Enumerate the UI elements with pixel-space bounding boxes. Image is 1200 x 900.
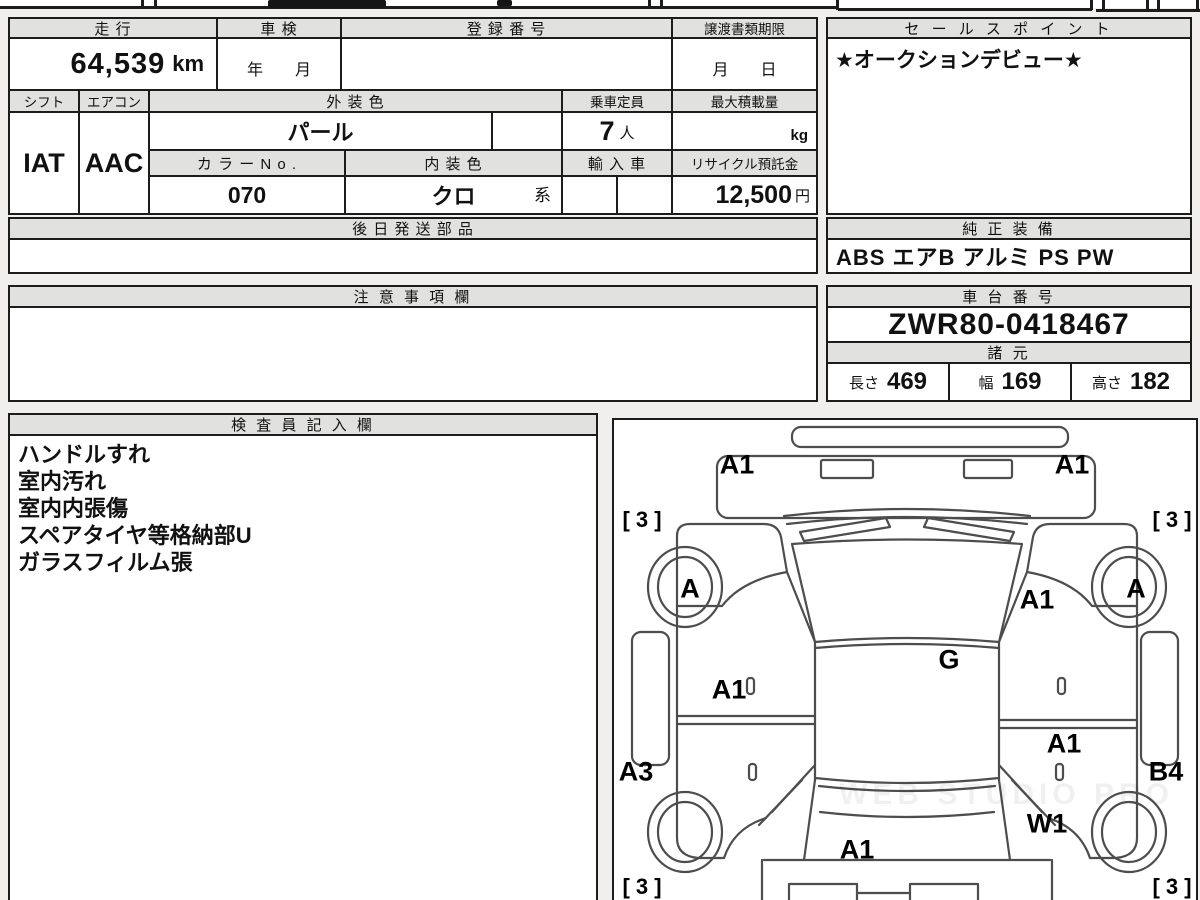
import-car-cell-1 [561, 175, 618, 215]
spec-width-cell: 幅 169 [948, 362, 1072, 402]
inspector-note: ガラスフィルム張 [18, 550, 193, 575]
spec-width-value: 169 [1001, 368, 1042, 395]
capacity-header: 乗車定員 [561, 89, 673, 113]
damage-code-label: A1 [711, 674, 747, 705]
capacity-value-cell: 7 人 [561, 111, 673, 151]
aircon-value-cell: AAC [78, 111, 150, 215]
exterior-color-extra-cell [491, 111, 563, 151]
spec-height-label: 高さ [1091, 374, 1122, 392]
damage-code-label: A1 [1054, 449, 1090, 480]
spec-length-label: 長さ [848, 374, 879, 392]
damage-code-label: [ 3 ] [1152, 874, 1192, 899]
recycle-deposit-unit: 円 [794, 188, 810, 205]
damage-code-label: A [1126, 573, 1146, 604]
mileage-value-cell: 64,539 km [8, 37, 218, 91]
notes-body [8, 306, 818, 402]
aircon-header: エアコン [78, 89, 150, 113]
specs-header: 諸 元 [826, 341, 1192, 364]
damage-code-label: W1 [1026, 808, 1068, 839]
shift-value: IAT [23, 147, 65, 178]
max-load-header: 最大積載量 [671, 89, 818, 113]
exterior-color-value-cell: パール [148, 111, 493, 151]
color-no-header: カ ラ ー N o . [148, 149, 346, 177]
capacity-value: 7 [599, 115, 615, 146]
damage-diagram: WEB STUDIO PRO A1 A1[ 3 ][ 3 ] A A A1 G A1 A3 A1… [612, 418, 1198, 900]
damage-code-label: A [680, 573, 700, 604]
sales-point-header: セ ー ル ス ポ イ ン ト [826, 17, 1192, 39]
later-parts-header: 後 日 発 送 部 品 [8, 217, 818, 240]
inspector-note: 室内汚れ [18, 469, 107, 494]
mileage-value: 64,539 [70, 47, 166, 80]
interior-color-header: 内 装 色 [344, 149, 563, 177]
registration-header: 登 録 番 号 [340, 17, 673, 39]
spec-width-label: 幅 [978, 374, 994, 392]
spec-height-value: 182 [1129, 368, 1171, 395]
shift-header: シフト [8, 89, 80, 113]
inspection-value: 年 月 [246, 62, 311, 79]
damage-code-label: A1 [1019, 584, 1055, 615]
registration-value-cell [340, 37, 673, 91]
import-car-cell-2 [616, 175, 673, 215]
damage-code-label: G [938, 644, 960, 675]
mileage-unit: km [172, 51, 204, 76]
shift-value-cell: IAT [8, 111, 80, 215]
interior-color-value: クロ [431, 184, 476, 209]
damage-code-label: A3 [618, 756, 654, 787]
spec-height-cell: 高さ 182 [1070, 362, 1192, 402]
damage-code-label: B4 [1148, 756, 1184, 787]
max-load-unit: kg [790, 127, 808, 144]
spec-length-cell: 長さ 469 [826, 362, 950, 402]
recycle-deposit-header: リサイクル預託金 [671, 149, 818, 177]
inspection-header: 車 検 [216, 17, 342, 39]
equipment-value: ABS エアB アルミ PS PW [836, 245, 1115, 270]
import-car-header: 輸 入 車 [561, 149, 673, 177]
transfer-deadline-header: 譲渡書類期限 [671, 17, 818, 39]
max-load-value-cell: kg [671, 111, 818, 151]
damage-code-label: [ 3 ] [1152, 507, 1192, 532]
damage-code-label: A1 [1046, 728, 1082, 759]
damage-code-label: A1 [839, 834, 875, 865]
sales-point-body: ★オークションデビュー★ [826, 37, 1192, 215]
notes-header: 注 意 事 項 欄 [8, 285, 818, 308]
chassis-header: 車 台 番 号 [826, 285, 1192, 308]
damage-code-label: [ 3 ] [622, 874, 662, 899]
inspector-note: 室内内張傷 [18, 496, 129, 521]
equipment-body: ABS エアB アルミ PS PW [826, 238, 1192, 274]
equipment-header: 純 正 装 備 [826, 217, 1192, 240]
capacity-unit: 人 [619, 125, 635, 142]
recycle-deposit-value-cell: 12,500 円 [671, 175, 818, 215]
auction-sheet: 走 行 車 検 登 録 番 号 譲渡書類期限 64,539 km 年 月 月 日… [0, 0, 1200, 900]
mileage-header: 走 行 [8, 17, 218, 39]
color-no-value: 070 [227, 181, 267, 208]
chassis-value-cell: ZWR80-0418467 [826, 306, 1192, 343]
spec-length-value: 469 [886, 368, 928, 395]
inspection-value-cell: 年 月 [216, 37, 342, 91]
color-no-value-cell: 070 [148, 175, 346, 215]
sales-point-value: ★オークションデビュー★ [835, 49, 1083, 72]
later-parts-body [8, 238, 818, 274]
interior-color-value-cell: クロ 系 [344, 175, 563, 215]
inspector-note: スペアタイヤ等格納部U [18, 523, 252, 548]
inspector-note: ハンドルすれ [18, 442, 151, 467]
chassis-value: ZWR80-0418467 [888, 307, 1130, 341]
recycle-deposit-value: 12,500 [715, 180, 792, 209]
aircon-value: AAC [84, 147, 144, 178]
transfer-deadline-value: 月 日 [712, 62, 777, 79]
interior-color-suffix: 系 [534, 186, 551, 205]
exterior-color-value: パール [287, 120, 354, 145]
transfer-deadline-value-cell: 月 日 [671, 37, 818, 91]
damage-code-label: A1 [719, 449, 755, 480]
damage-code-label: [ 3 ] [622, 507, 662, 532]
exterior-color-header: 外 装 色 [148, 89, 563, 113]
damage-diagram-labels: A1 A1 [ 3 ] [ 3 ] A A A1 G A1 A3 A1 B4 W1 A1 [ 3 ] [ 3 … [614, 420, 1196, 900]
inspector-notes-list: ハンドルすれ 室内汚れ 室内内張傷 スペアタイヤ等格納部U ガラスフィルム張 [8, 434, 598, 900]
inspector-header: 検 査 員 記 入 欄 [8, 413, 598, 436]
